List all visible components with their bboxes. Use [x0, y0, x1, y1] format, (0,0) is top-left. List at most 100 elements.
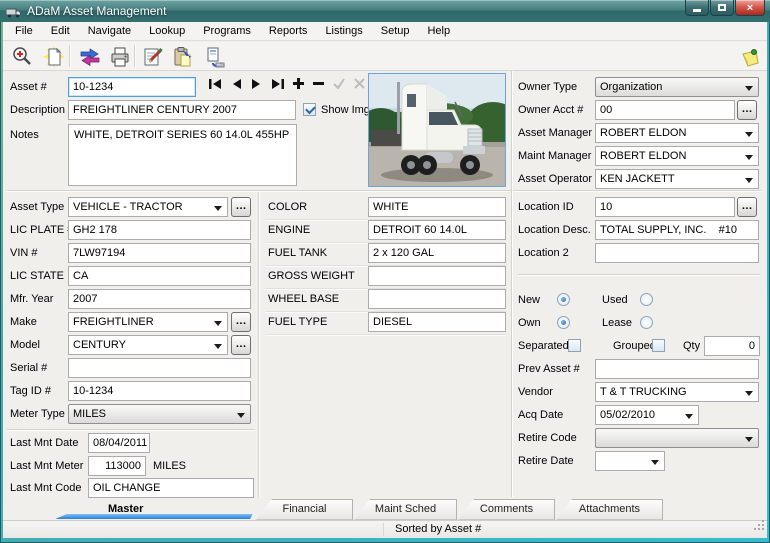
maximize-icon: [718, 4, 726, 11]
gross-weight-field[interactable]: [368, 266, 506, 286]
menu-edit[interactable]: Edit: [42, 22, 79, 40]
owner-acct-lookup-button[interactable]: …: [737, 100, 757, 120]
menu-listings[interactable]: Listings: [316, 22, 371, 40]
paste-record-icon[interactable]: [170, 44, 196, 69]
new-radio[interactable]: [557, 293, 570, 306]
nav-add-icon[interactable]: [293, 78, 304, 89]
prev-asset-field[interactable]: [595, 359, 759, 379]
vendor-combo[interactable]: T & T TRUCKING: [595, 382, 759, 402]
lic-plate-field[interactable]: GH2 178: [68, 220, 251, 240]
location-desc-label: Location Desc.: [518, 224, 591, 236]
description-field[interactable]: FREIGHTLINER CENTURY 2007: [68, 100, 296, 120]
tag-id-field[interactable]: 10-1234: [68, 381, 251, 401]
model-lookup-button[interactable]: …: [231, 335, 251, 355]
title-bar[interactable]: ADaM Asset Management ×: [0, 0, 770, 22]
new-record-icon[interactable]: [41, 44, 67, 69]
lease-radio[interactable]: [640, 316, 653, 329]
asset-manager-label: Asset Manager: [518, 127, 592, 139]
app-window: ADaM Asset Management × File Edit Naviga…: [0, 0, 770, 543]
tab-comments[interactable]: Comments: [458, 499, 555, 520]
maximize-button[interactable]: [710, 0, 734, 16]
nav-next-icon[interactable]: [251, 78, 262, 89]
tab-maint-sched[interactable]: Maint Sched: [354, 499, 457, 520]
menu-navigate[interactable]: Navigate: [79, 22, 140, 40]
serial-field[interactable]: [68, 358, 251, 378]
last-mnt-code-field[interactable]: OIL CHANGE: [88, 478, 254, 498]
menu-setup[interactable]: Setup: [372, 22, 419, 40]
make-lookup-button[interactable]: …: [231, 312, 251, 332]
fuel-tank-field[interactable]: 2 x 120 GAL: [368, 243, 506, 263]
separated-label: Separated: [518, 340, 569, 352]
notes-field[interactable]: WHITE, DETROIT SERIES 60 14.0L 455HP: [68, 124, 297, 186]
grouped-checkbox[interactable]: [652, 339, 665, 352]
zoom-icon[interactable]: [9, 44, 35, 69]
resize-grip[interactable]: [754, 518, 765, 536]
export-record-icon[interactable]: [202, 44, 228, 69]
qty-field[interactable]: 0: [704, 336, 760, 356]
owner-acct-field[interactable]: 00: [595, 100, 735, 120]
spec-row-divider: [265, 334, 506, 335]
menu-reports[interactable]: Reports: [260, 22, 317, 40]
acq-date-picker[interactable]: 05/02/2010: [595, 405, 699, 425]
show-img-label: Show Img: [321, 104, 370, 116]
sticky-note-icon[interactable]: [737, 44, 763, 69]
owner-type-combo[interactable]: Organization: [595, 77, 759, 97]
asset-type-lookup-button[interactable]: …: [231, 197, 251, 217]
tab-financial[interactable]: Financial: [256, 499, 353, 520]
menu-file[interactable]: File: [6, 22, 42, 40]
wheel-base-field[interactable]: [368, 289, 506, 309]
location-id-lookup-button[interactable]: …: [737, 197, 757, 217]
edit-record-icon[interactable]: [140, 44, 166, 69]
model-label: Model: [10, 339, 40, 351]
fuel-type-field[interactable]: DIESEL: [368, 312, 506, 332]
own-radio[interactable]: [557, 316, 570, 329]
section-divider: [7, 190, 761, 192]
tab-bar: Master Financial Maint Sched Comments At…: [3, 498, 767, 520]
tab-master[interactable]: Master: [108, 499, 143, 519]
vendor-label: Vendor: [518, 386, 553, 398]
lic-state-field[interactable]: CA: [68, 266, 251, 286]
menu-programs[interactable]: Programs: [194, 22, 260, 40]
nav-first-icon[interactable]: [209, 78, 222, 89]
retire-date-picker[interactable]: [595, 451, 665, 471]
location-desc-field[interactable]: TOTAL SUPPLY, INC. #10: [595, 220, 759, 240]
engine-label: ENGINE: [268, 224, 311, 236]
retire-code-label: Retire Code: [518, 432, 577, 444]
asset-type-combo[interactable]: VEHICLE - TRACTOR: [68, 197, 228, 217]
asset-manager-combo[interactable]: ROBERT ELDON: [595, 123, 759, 143]
last-mnt-date-field[interactable]: 08/04/2011: [88, 433, 150, 453]
menu-lookup[interactable]: Lookup: [140, 22, 194, 40]
retire-code-combo[interactable]: [595, 428, 759, 448]
active-tab-indicator: [55, 514, 253, 519]
minimize-button[interactable]: [685, 0, 709, 16]
vin-field[interactable]: 7LW97194: [68, 243, 251, 263]
close-button[interactable]: ×: [735, 0, 765, 16]
make-combo[interactable]: FREIGHTLINER: [68, 312, 228, 332]
model-combo[interactable]: CENTURY: [68, 335, 228, 355]
nav-last-icon[interactable]: [271, 78, 284, 89]
nav-delete-icon[interactable]: [313, 78, 324, 89]
nav-accept-icon[interactable]: [333, 78, 345, 89]
new-label: New: [518, 294, 541, 306]
separated-checkbox[interactable]: [568, 339, 581, 352]
color-field[interactable]: WHITE: [368, 197, 506, 217]
nav-previous-icon[interactable]: [231, 78, 242, 89]
used-radio[interactable]: [640, 293, 653, 306]
engine-field[interactable]: DETROIT 60 14.0L: [368, 220, 506, 240]
nav-cancel-icon[interactable]: [354, 78, 365, 89]
meter-type-combo[interactable]: MILES: [68, 404, 251, 424]
tab-attachments[interactable]: Attachments: [556, 499, 663, 520]
show-img-checkbox[interactable]: [303, 103, 316, 116]
vin-label: VIN #: [10, 247, 38, 259]
menu-help[interactable]: Help: [418, 22, 459, 40]
maint-manager-combo[interactable]: ROBERT ELDON: [595, 146, 759, 166]
location-2-field[interactable]: [595, 243, 759, 263]
notes-label: Notes: [10, 129, 39, 141]
location-id-field[interactable]: 10: [595, 197, 735, 217]
last-mnt-meter-field[interactable]: 113000: [88, 456, 146, 476]
asset-operator-combo[interactable]: KEN JACKETT: [595, 169, 759, 189]
print-icon[interactable]: [107, 44, 133, 69]
transfer-arrows-icon[interactable]: [77, 44, 103, 69]
mfr-year-field[interactable]: 2007: [68, 289, 251, 309]
asset-number-field[interactable]: 10-1234: [68, 77, 196, 97]
